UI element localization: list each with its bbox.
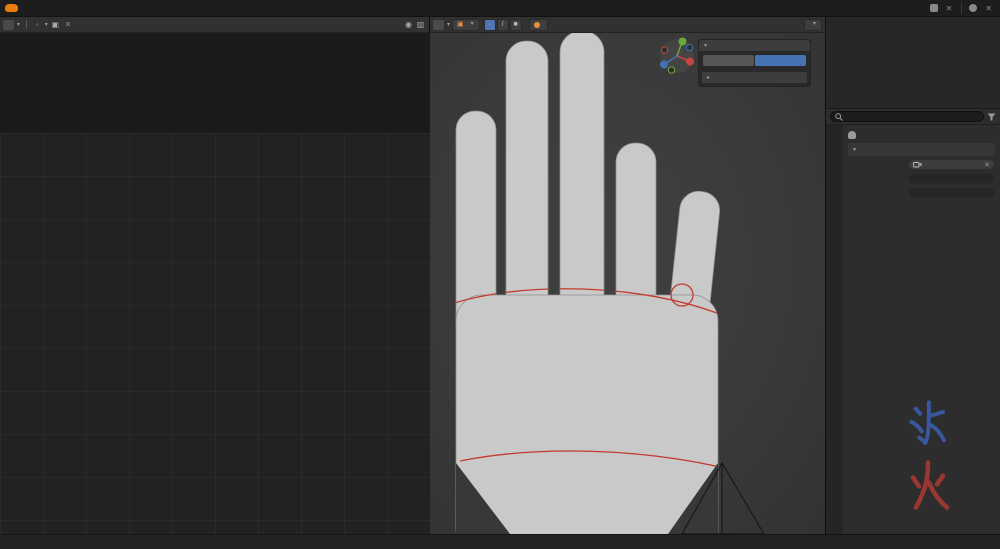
- pivot-icon[interactable]: ◦: [32, 20, 43, 29]
- view-layer-unlink-icon[interactable]: ✕: [983, 4, 994, 13]
- view-layer-icon: [969, 4, 977, 12]
- scene-icon: [930, 4, 938, 12]
- edge-select-icon[interactable]: /: [497, 19, 509, 31]
- uv-editor: ▾ │ ◦ ▾ ▣ ✕ ◉ ▥: [0, 17, 430, 534]
- viewport-canvas[interactable]: ▾ ▸: [430, 33, 825, 534]
- background-scene-field[interactable]: [908, 173, 995, 184]
- axis-z-icon: [660, 61, 668, 69]
- divider: [961, 3, 962, 14]
- camera-icon: [913, 161, 922, 168]
- transform-panel-header[interactable]: ▾: [699, 40, 810, 51]
- properties-header: [826, 109, 1000, 125]
- outliner: [826, 17, 1000, 109]
- viewport-3d: ▾ ▣ ▾ · / ■ ▾: [430, 17, 825, 534]
- uv-options-icon[interactable]: ▥: [415, 20, 426, 29]
- n-panel: ▾ ▸: [698, 39, 811, 87]
- properties-content: ▾ ✕: [843, 125, 1000, 534]
- chevron-down-icon: ▾: [447, 21, 450, 28]
- options-dropdown[interactable]: ▾: [804, 19, 822, 31]
- camera-field[interactable]: ✕: [908, 159, 995, 170]
- axis-y-icon: [679, 38, 687, 46]
- blender-window: { "topbar": { "menus": ["File", "Edit", …: [0, 0, 1000, 549]
- scene-section-header[interactable]: ▾: [848, 143, 995, 156]
- blender-logo-icon[interactable]: [5, 4, 18, 12]
- scene-unlink-icon[interactable]: ✕: [944, 4, 955, 13]
- retopoflow-button[interactable]: [529, 19, 548, 31]
- select-mode-buttons: · / ■: [484, 19, 522, 31]
- properties-search-input[interactable]: [830, 111, 984, 122]
- image-browse-icon[interactable]: ▣: [50, 20, 61, 29]
- face-select-icon[interactable]: ■: [510, 19, 522, 31]
- divider: │: [25, 22, 29, 28]
- properties-subpanel-header[interactable]: ▸: [702, 72, 807, 83]
- right-panel: ▾ ✕: [825, 17, 1000, 534]
- mode-dropdown[interactable]: ▣ ▾: [452, 19, 480, 31]
- filter-icon[interactable]: [987, 113, 996, 121]
- scene-icon: [848, 131, 856, 139]
- topbar: ✕ ✕: [0, 0, 1000, 17]
- uv-canvas[interactable]: [0, 33, 430, 534]
- uv-mesh-svg: [0, 33, 430, 534]
- axis-x-icon: [686, 58, 694, 66]
- search-icon: [835, 113, 843, 121]
- unlink-icon[interactable]: ✕: [984, 161, 990, 169]
- navigation-gizmo[interactable]: [658, 37, 696, 75]
- chevron-down-icon: ▾: [17, 21, 20, 28]
- editor-type-icon[interactable]: [3, 20, 14, 30]
- viewport-header: ▾ ▣ ▾ · / ■ ▾: [430, 17, 825, 33]
- hand-mesh-svg: [430, 33, 825, 534]
- editor-type-icon[interactable]: [433, 20, 444, 30]
- active-clip-field[interactable]: [908, 187, 995, 198]
- uv-snap-icon[interactable]: ◉: [403, 20, 414, 29]
- global-button[interactable]: [703, 55, 754, 66]
- properties-tab-strip: [826, 125, 843, 534]
- local-button[interactable]: [755, 55, 806, 66]
- coordinate-space-toggle: [703, 55, 806, 66]
- uv-editor-header: ▾ │ ◦ ▾ ▣ ✕ ◉ ▥: [0, 17, 429, 33]
- chevron-down-icon: ▾: [45, 21, 48, 28]
- image-unlink-icon[interactable]: ✕: [63, 20, 74, 29]
- status-bar: [0, 534, 1000, 549]
- vertex-select-icon[interactable]: ·: [484, 19, 496, 31]
- topbar-right: ✕ ✕: [930, 3, 1000, 14]
- breadcrumb: [848, 128, 995, 141]
